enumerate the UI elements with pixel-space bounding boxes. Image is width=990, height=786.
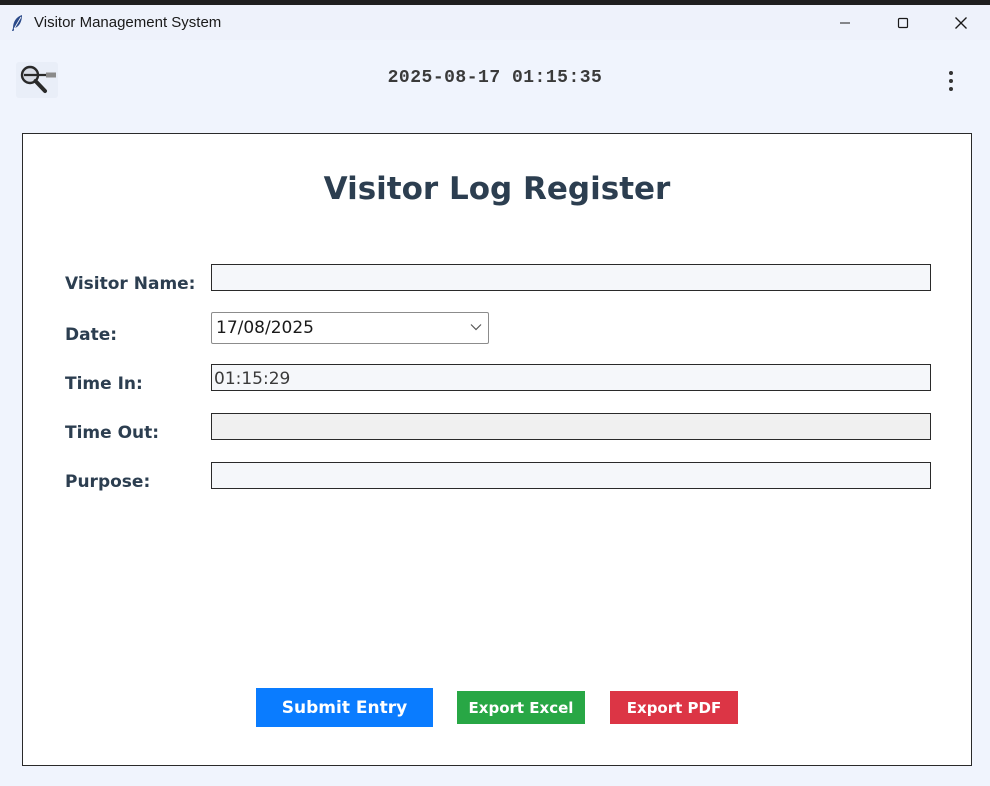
form-card: Visitor Log Register Visitor Name: Date:… [22,133,972,766]
minimize-icon [840,22,850,23]
purpose-input[interactable] [211,462,931,489]
window-title: Visitor Management System [34,14,222,31]
date-value: 17/08/2025 [216,318,314,338]
minimize-button[interactable] [816,5,874,40]
close-button[interactable] [932,5,990,40]
purpose-label: Purpose: [65,472,151,492]
time-out-input[interactable] [211,413,931,440]
more-options-button[interactable] [940,68,962,96]
export-pdf-button[interactable]: Export PDF [610,691,738,724]
form-title: Visitor Log Register [323,171,671,207]
window-controls [816,5,990,40]
maximize-icon [897,17,909,28]
toolbar: 2025-08-17 01:15:35 [0,40,990,120]
export-excel-button[interactable]: Export Excel [457,691,585,724]
close-icon [955,16,967,29]
date-label: Date: [65,325,118,345]
title-bar: Visitor Management System [0,5,990,40]
maximize-button[interactable] [874,5,932,40]
time-in-label: Time In: [65,374,143,394]
date-picker[interactable]: 17/08/2025 [211,312,489,344]
app-window: Visitor Management System 2025-08-17 01:… [0,5,990,786]
submit-entry-button[interactable]: Submit Entry [256,688,433,727]
kebab-menu-icon [949,71,953,91]
clock-display: 2025-08-17 01:15:35 [387,68,603,88]
time-out-label: Time Out: [65,423,160,443]
time-in-input[interactable]: 01:15:29 [211,364,931,391]
feather-icon [12,14,22,31]
visitor-name-input[interactable] [211,264,931,291]
visitor-name-label: Visitor Name: [65,274,196,294]
chevron-down-icon [470,324,482,331]
